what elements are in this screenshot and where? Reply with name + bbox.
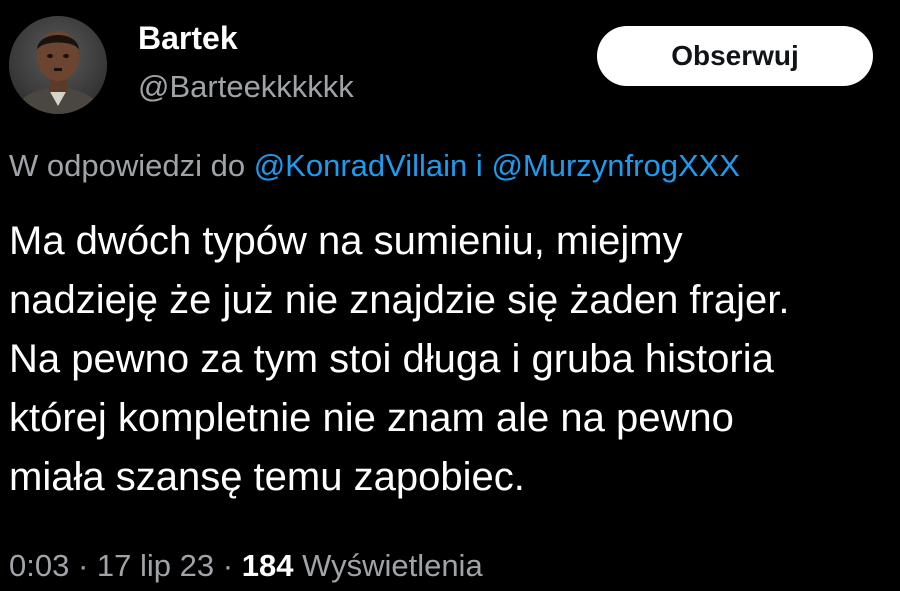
avatar[interactable] bbox=[9, 16, 107, 114]
tweet-text: Ma dwóch typów na sumieniu, miejmy nadzi… bbox=[9, 212, 900, 507]
reply-context: W odpowiedzi do @KonradVillain i @Murzyn… bbox=[9, 146, 740, 186]
author-handle[interactable]: @Barteekkkkkk bbox=[138, 67, 354, 107]
tweet-date[interactable]: 17 lip 23 bbox=[97, 548, 214, 583]
views-label: Wyświetlenia bbox=[302, 548, 483, 583]
meta-dot: · bbox=[222, 548, 234, 583]
tweet-time[interactable]: 0:03 bbox=[9, 548, 69, 583]
profile-photo-icon bbox=[9, 16, 107, 114]
mention-link[interactable]: @MurzynfrogXXX bbox=[491, 148, 740, 183]
tweet-text-line: Ma dwóch typów na sumieniu, miejmy bbox=[9, 219, 683, 263]
tweet-card: Bartek @Barteekkkkkk Obserwuj W odpowied… bbox=[0, 0, 900, 591]
meta-dot: · bbox=[77, 548, 89, 583]
tweet-meta: 0:03 · 17 lip 23 · 184 Wyświetlenia bbox=[9, 546, 483, 586]
tweet-text-line: nadzieję że już nie znajdzie się żaden f… bbox=[9, 278, 790, 322]
tweet-text-line: której kompletnie nie znam ale na pewno bbox=[9, 396, 734, 440]
tweet-text-line: miała szansę temu zapobiec. bbox=[9, 455, 525, 499]
follow-button[interactable]: Obserwuj bbox=[597, 26, 873, 86]
mention-separator: i bbox=[475, 148, 483, 183]
reply-prefix: W odpowiedzi do bbox=[9, 148, 246, 183]
tweet-text-line: Na pewno za tym stoi długa i gruba histo… bbox=[9, 337, 774, 381]
views-count: 184 bbox=[241, 548, 294, 583]
author-display-name[interactable]: Bartek bbox=[138, 18, 238, 58]
mention-link[interactable]: @KonradVillain bbox=[254, 148, 468, 183]
